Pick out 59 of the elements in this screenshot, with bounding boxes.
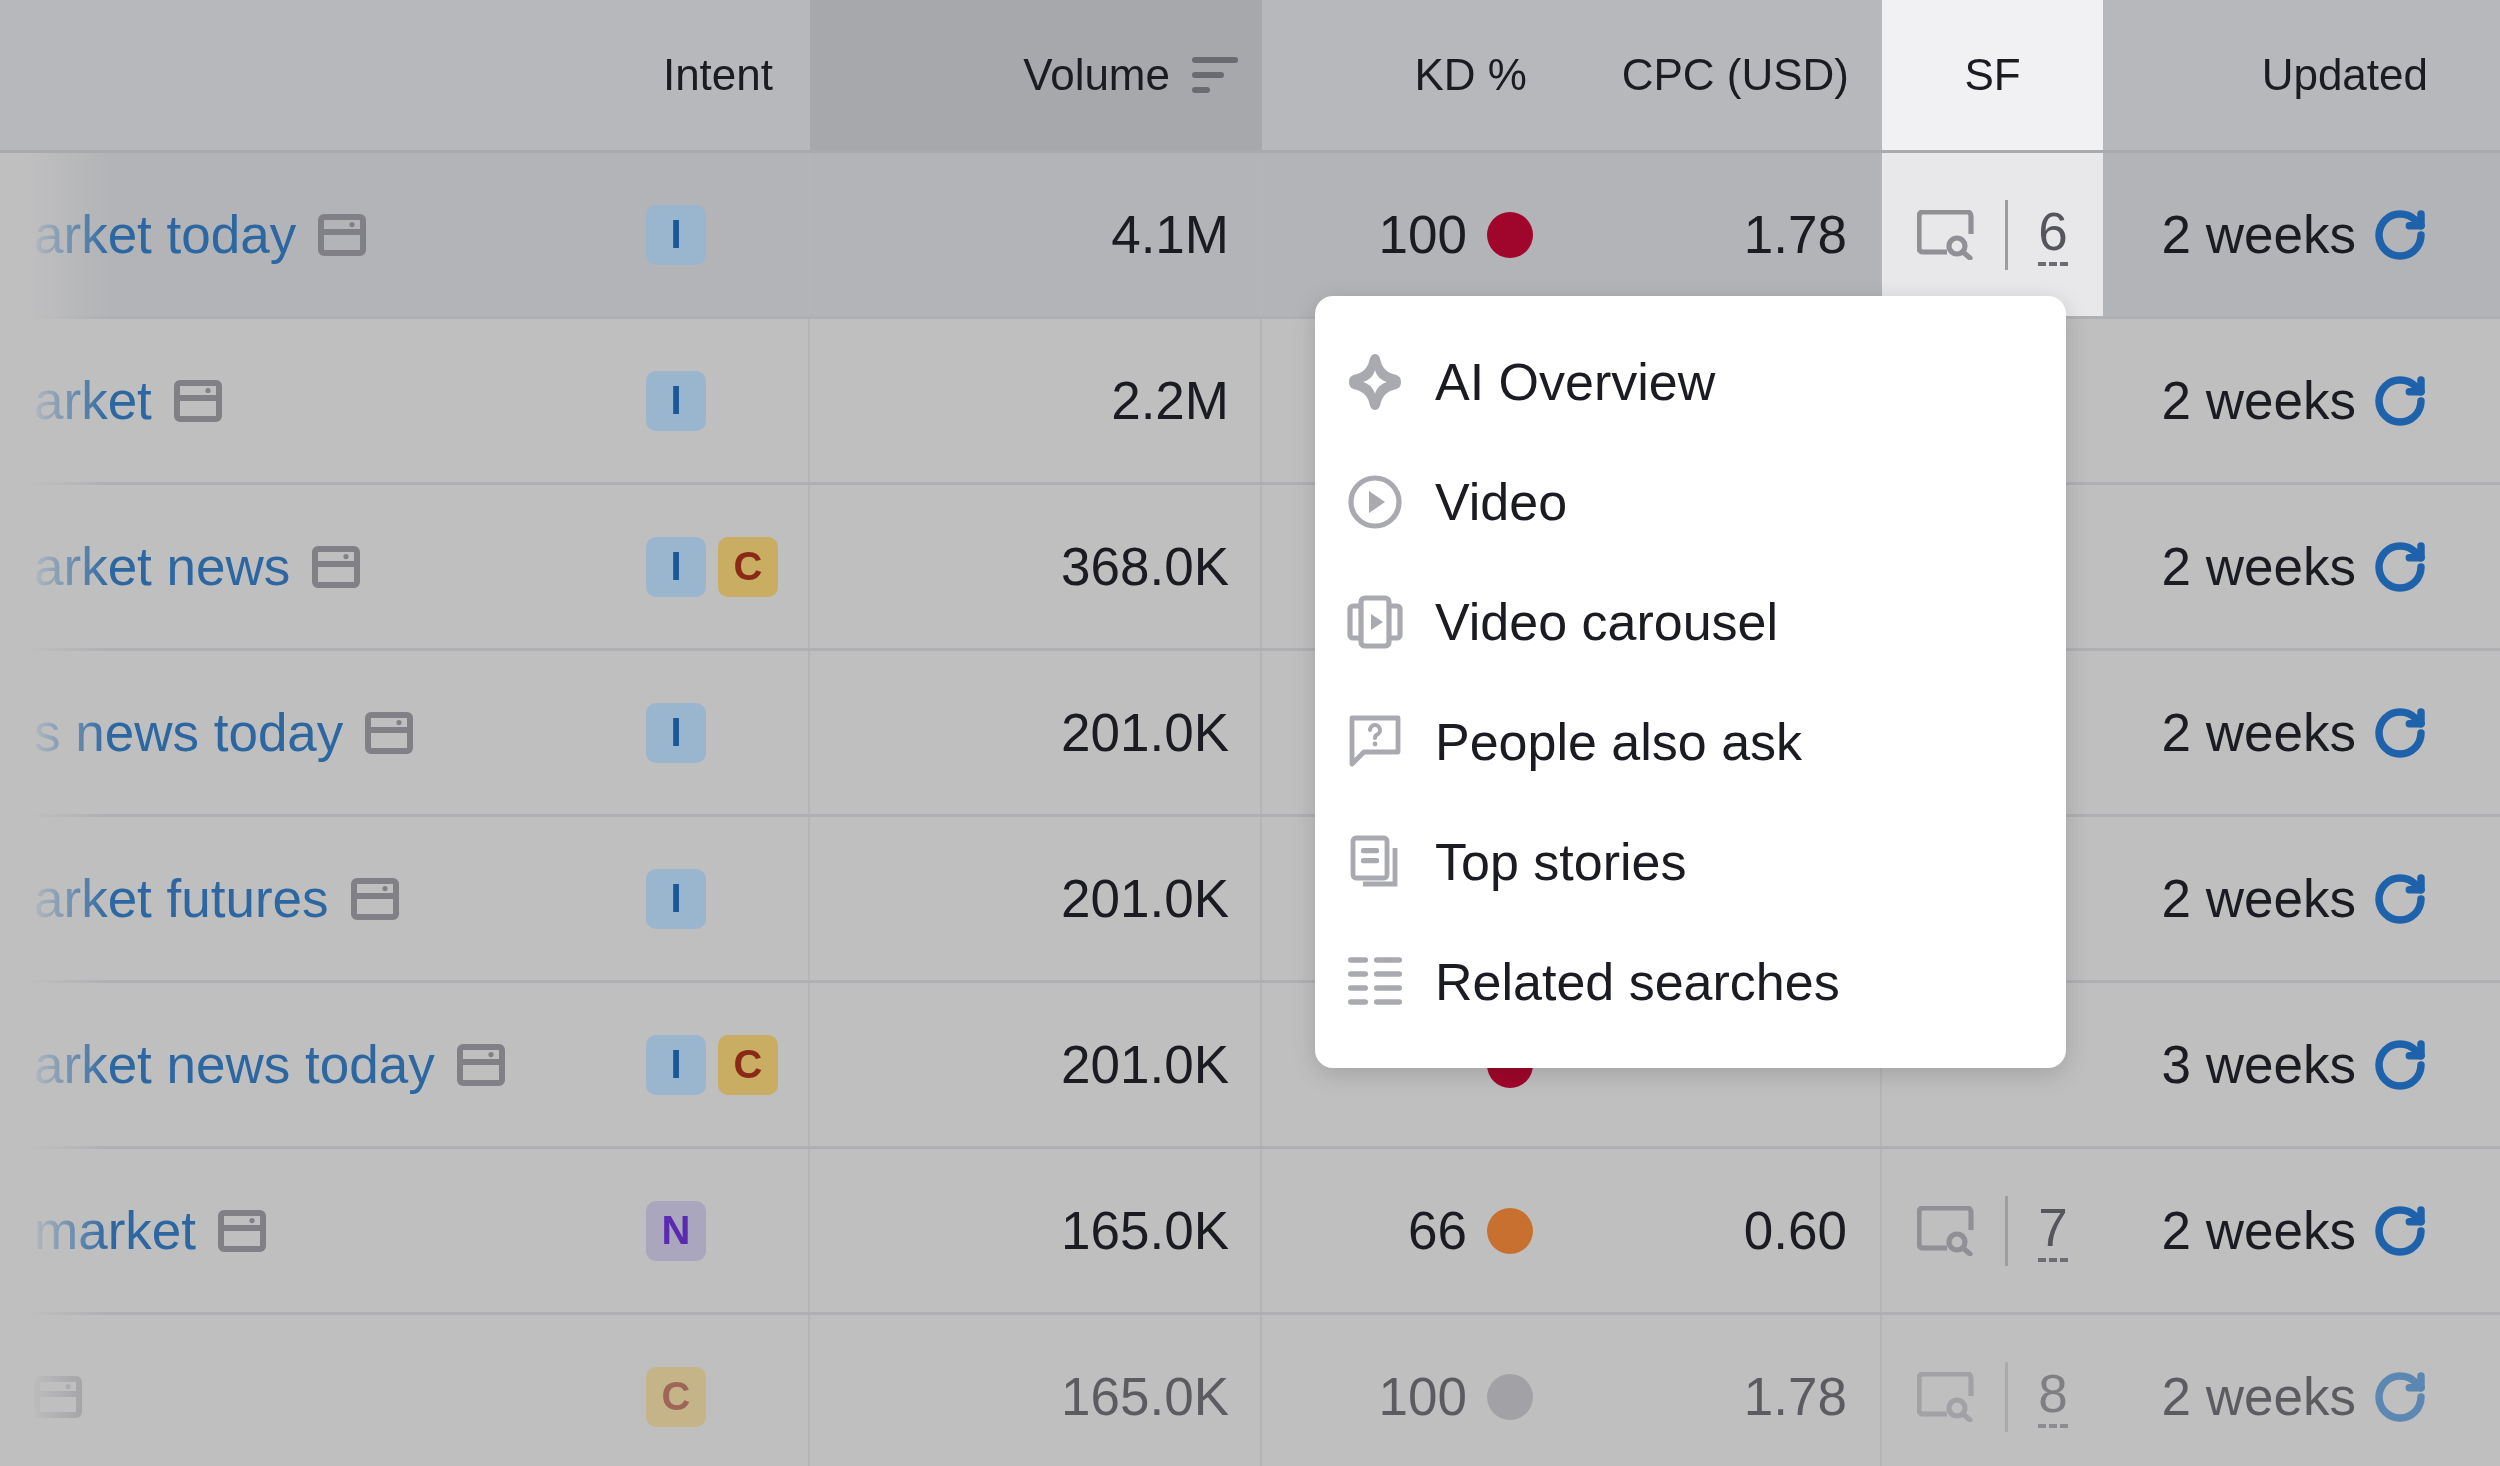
updated-value: 2 weeks <box>2161 702 2356 763</box>
serp-page-icon[interactable] <box>312 545 361 588</box>
kd-value: 100 <box>1378 204 1467 265</box>
serp-page-icon[interactable] <box>218 1209 266 1252</box>
sort-icon[interactable] <box>1192 55 1238 95</box>
intent-badge: I <box>646 1034 706 1095</box>
menu-item[interactable]: Video carousel <box>1315 562 2066 682</box>
column-header[interactable]: CPC (USD) <box>1562 0 1882 150</box>
column-header[interactable]: Updated <box>2103 0 2500 150</box>
volume-value: 201.0K <box>1061 1034 1229 1095</box>
serp-page-icon[interactable] <box>173 379 222 422</box>
page-magnifier-icon[interactable] <box>1917 209 1976 260</box>
serp-feature-count[interactable]: 7 <box>2038 1199 2068 1262</box>
page-magnifier-icon[interactable] <box>1917 1205 1976 1256</box>
updated-value: 2 weeks <box>2161 204 2356 265</box>
serp-feature-count[interactable]: 6 <box>2038 203 2068 266</box>
column-header[interactable]: Volume <box>810 0 1262 150</box>
updated-value: 2 weeks <box>2161 1200 2356 1261</box>
menu-item[interactable]: Video <box>1315 442 2066 562</box>
page-magnifier-icon[interactable] <box>1917 1371 1976 1422</box>
menu-item[interactable]: AI Overview <box>1315 322 2066 442</box>
volume-value: 165.0K <box>1061 1200 1229 1261</box>
updated-value: 2 weeks <box>2161 370 2356 431</box>
volume-value: 201.0K <box>1061 868 1229 929</box>
column-header[interactable]: KD % <box>1262 0 1562 150</box>
intent-badge: C <box>646 1366 706 1427</box>
updated-value: 2 weeks <box>2161 536 2356 597</box>
column-header[interactable]: Intent <box>620 0 810 150</box>
kd-value: 100 <box>1378 1366 1467 1427</box>
updated-value: 2 weeks <box>2161 868 2356 929</box>
serp-page-icon[interactable] <box>365 711 414 754</box>
cpc-value: 1.78 <box>1743 204 1847 265</box>
cpc-value: 1.78 <box>1743 1366 1847 1427</box>
volume-value: 165.0K <box>1061 1366 1229 1427</box>
serp-page-icon[interactable] <box>318 213 367 256</box>
serp-page-icon[interactable] <box>456 1043 505 1086</box>
intent-badge: C <box>718 1034 778 1095</box>
volume-value: 368.0K <box>1061 536 1229 597</box>
kd-value: 66 <box>1408 1200 1467 1261</box>
volume-value: 201.0K <box>1061 702 1229 763</box>
menu-item[interactable]: People also ask <box>1315 682 2066 802</box>
intent-badge: N <box>646 1200 706 1261</box>
intent-badge: I <box>646 702 706 763</box>
intent-badge: I <box>646 536 706 597</box>
intent-badge: I <box>646 868 706 929</box>
cpc-value: 0.60 <box>1743 1200 1847 1261</box>
play-circle-icon <box>1345 472 1405 532</box>
intent-badge: I <box>646 204 706 265</box>
serp-page-icon[interactable] <box>350 877 399 920</box>
updated-value: 2 weeks <box>2161 1366 2356 1427</box>
updated-value: 3 weeks <box>2161 1034 2356 1095</box>
intent-badge: I <box>646 370 706 431</box>
menu-item[interactable]: Related searches <box>1315 922 2066 1042</box>
volume-value: 4.1M <box>1111 204 1229 265</box>
intent-badge: C <box>718 536 778 597</box>
menu-item[interactable]: Top stories <box>1315 802 2066 922</box>
volume-value: 2.2M <box>1111 370 1229 431</box>
column-header[interactable]: SF <box>1882 0 2103 150</box>
video-carousel-icon <box>1345 592 1405 652</box>
